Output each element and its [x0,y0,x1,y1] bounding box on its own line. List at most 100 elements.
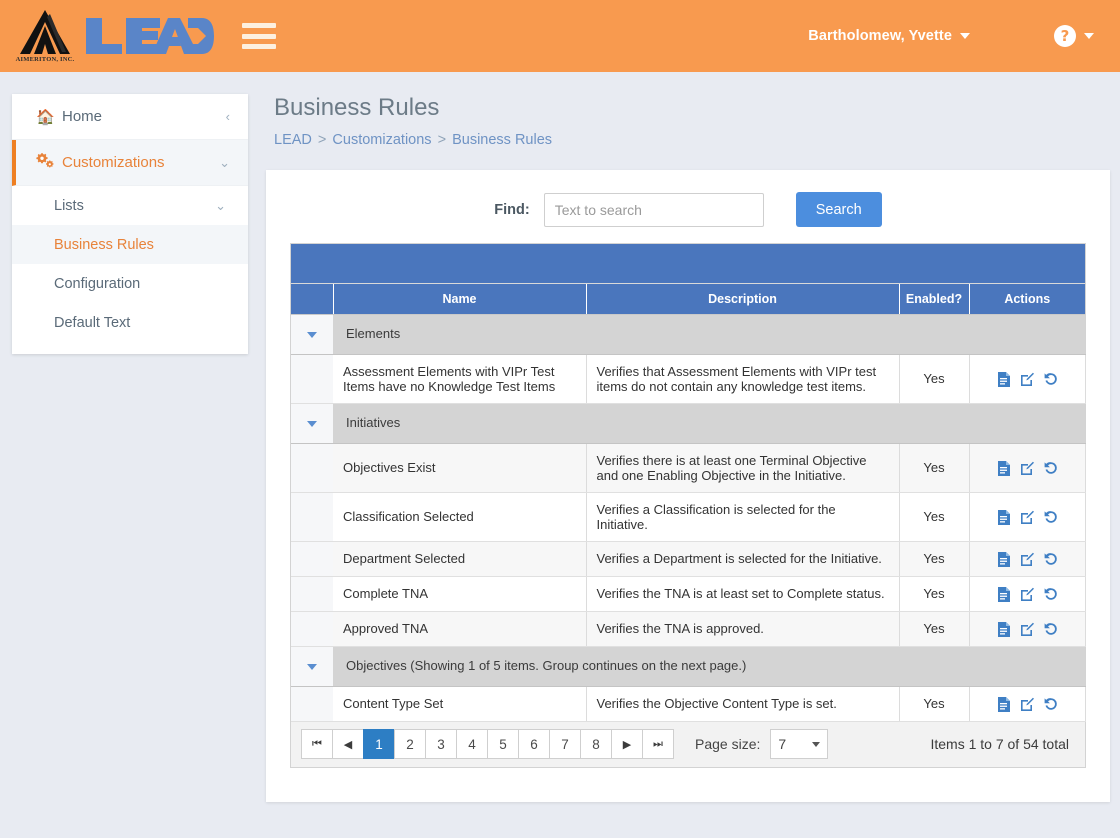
page-size-label: Page size: [695,736,761,753]
page-button[interactable]: 1 [363,729,395,760]
rule-name-cell: Classification Selected [333,492,587,542]
page-title: Business Rules [274,94,440,121]
rule-enabled-cell: Yes [899,686,970,722]
question-mark-icon: ? [1054,25,1076,47]
page-size-value: 7 [778,736,787,753]
history-revert-icon[interactable] [1044,461,1058,475]
brand-logo[interactable]: AIMERITON, INC. [0,8,214,64]
sidebar-item-customizations[interactable]: Customizations ⌄ [12,140,248,186]
first-page-button[interactable]: ⏮ [301,729,333,760]
edit-icon[interactable] [1020,552,1034,567]
history-revert-icon[interactable] [1044,587,1058,601]
edit-icon[interactable] [1020,587,1034,602]
grid-group-row: Initiatives [291,403,1085,444]
sidebar-item-business-rules[interactable]: Business Rules [12,225,248,264]
sidebar-item-home[interactable]: 🏠 Home ‹ [12,94,248,140]
grid-header-row: Name Description Enabled? Actions [291,284,1085,315]
edit-icon[interactable] [1020,510,1034,525]
rule-description-cell: Verifies a Classification is selected fo… [586,492,900,542]
group-label: Elements [346,326,401,341]
gears-icon [36,152,62,173]
document-icon[interactable] [997,551,1010,567]
help-menu-button[interactable]: ? [1054,25,1094,47]
breadcrumb-item-customizations[interactable]: Customizations [332,132,431,148]
history-revert-icon[interactable] [1044,552,1058,566]
pagination-bar: ⏮ ◀ 1 2 3 4 5 6 7 8 ▶ ⏭ Page size: 7 Ite… [290,721,1086,768]
page-button[interactable]: 4 [456,729,488,760]
user-menu-button[interactable]: Bartholomew, Yvette [808,28,970,44]
search-button[interactable]: Search [795,192,882,227]
grid-toolbar [291,244,1085,284]
document-icon[interactable] [997,696,1010,712]
breadcrumb-item-business-rules[interactable]: Business Rules [452,132,552,148]
previous-page-button[interactable]: ◀ [332,729,364,760]
hamburger-icon[interactable] [242,23,276,49]
next-page-button[interactable]: ▶ [611,729,643,760]
edit-icon[interactable] [1020,372,1034,387]
sidebar-item-configuration[interactable]: Configuration [12,264,248,303]
page-button[interactable]: 3 [425,729,457,760]
main-content: Business Rules LEAD > Customizations > B… [266,94,1110,802]
previous-page-icon: ◀ [343,738,353,751]
edit-icon[interactable] [1020,622,1034,637]
edit-icon[interactable] [1020,697,1034,712]
rule-description-cell: Verifies the TNA is approved. [586,611,900,647]
page-size-select[interactable]: 7 [770,729,829,760]
home-icon: 🏠 [36,108,55,126]
document-icon[interactable] [997,621,1010,637]
search-input[interactable] [543,192,764,227]
topbar-right-group: Bartholomew, Yvette ? [808,25,1120,47]
page-button[interactable]: 7 [549,729,581,760]
sidebar-item-lists[interactable]: Lists ⌄ [12,186,248,225]
user-name-label: Bartholomew, Yvette [808,28,952,44]
table-row: Complete TNA Verifies the TNA is at least… [291,576,1086,612]
aimeriton-logo-icon: AIMERITON, INC. [14,8,76,64]
group-toggle-cell[interactable] [291,646,333,687]
column-header-description[interactable]: Description [586,284,900,315]
breadcrumb-item-lead[interactable]: LEAD [274,132,312,148]
rule-name-cell: Objectives Exist [333,443,587,493]
chevron-left-icon[interactable]: ‹ [226,109,230,124]
history-revert-icon[interactable] [1044,622,1058,636]
content-card: Find: Search Name Description Enabled? A… [266,170,1110,802]
sidebar-subnav: Lists ⌄ Business Rules Configuration Def… [12,186,248,354]
row-spacer-cell [291,686,333,722]
page-button[interactable]: 6 [518,729,550,760]
lead-wordmark [84,14,214,58]
group-toggle-cell[interactable] [291,403,333,444]
triangle-down-icon[interactable] [307,421,317,427]
column-header-enabled[interactable]: Enabled? [899,284,970,315]
document-icon[interactable] [997,586,1010,602]
document-icon[interactable] [997,371,1010,387]
rule-enabled-cell: Yes [899,576,970,612]
group-toggle-cell[interactable] [291,314,333,355]
rule-actions-cell [969,541,1086,577]
document-icon[interactable] [997,460,1010,476]
history-revert-icon[interactable] [1044,697,1058,711]
sidebar-item-default-text[interactable]: Default Text [12,303,248,342]
column-header-name[interactable]: Name [333,284,587,315]
page-button[interactable]: 2 [394,729,426,760]
page-button[interactable]: 8 [580,729,612,760]
rule-description-cell: Verifies there is at least one Terminal … [586,443,900,493]
triangle-down-icon[interactable] [307,332,317,338]
history-revert-icon[interactable] [1044,510,1058,524]
last-page-button[interactable]: ⏭ [642,729,674,760]
triangle-down-icon[interactable] [307,664,317,671]
edit-icon[interactable] [1020,461,1034,476]
breadcrumb: LEAD > Customizations > Business Rules [274,132,1110,148]
subnav-spacer [12,342,248,354]
rule-enabled-cell: Yes [899,611,970,647]
row-spacer-cell [291,492,333,542]
grid-body: Elements Assessment Elements with VIPr Te… [291,314,1086,722]
row-spacer-cell [291,576,333,612]
history-revert-icon[interactable] [1044,372,1058,386]
chevron-down-icon[interactable]: ⌄ [215,198,226,214]
chevron-down-icon[interactable]: ⌄ [219,155,230,171]
document-icon[interactable] [997,509,1010,525]
table-row: Objectives Exist Verifies there is at lea… [291,443,1086,493]
group-label-cell: Initiatives [333,403,1085,444]
rule-name-cell: Complete TNA [333,576,587,612]
table-row: Department Selected Verifies a Department… [291,541,1086,577]
page-button[interactable]: 5 [487,729,519,760]
